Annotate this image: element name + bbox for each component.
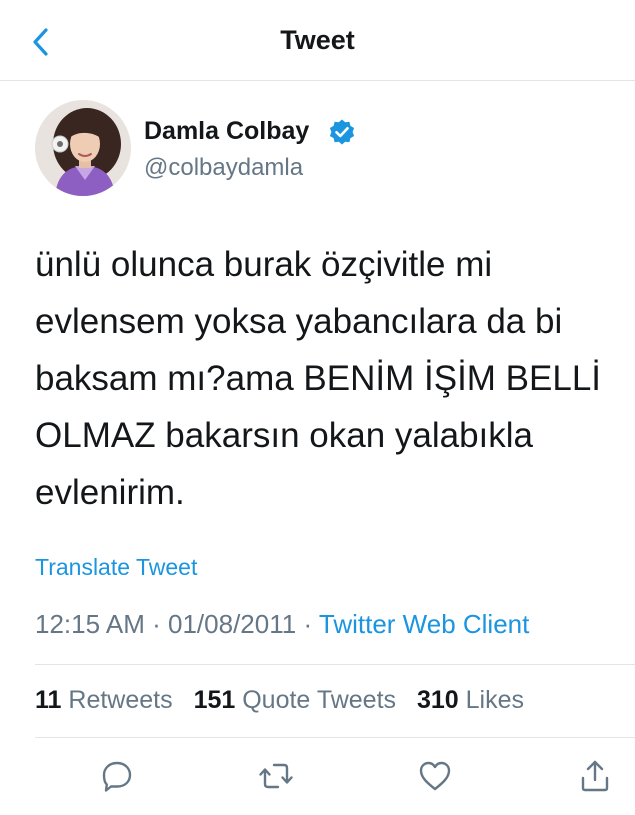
tweet-text: ünlü olunca burak özçivitle mi evlensem … (35, 245, 602, 512)
like-icon[interactable] (417, 758, 453, 794)
avatar[interactable] (35, 100, 131, 196)
divider (35, 664, 635, 665)
tweet-meta: 12:15 AM · 01/08/2011 · Twitter Web Clie… (35, 609, 529, 640)
verified-badge-icon (329, 119, 355, 145)
likes-stat[interactable]: 310 Likes (417, 686, 524, 714)
tweet-time: 12:15 AM (35, 609, 145, 639)
quote-tweets-stat[interactable]: 151 Quote Tweets (194, 686, 396, 714)
retweets-count: 11 (35, 686, 62, 714)
likes-count: 310 (416, 686, 459, 714)
meta-separator: · (152, 609, 161, 639)
meta-separator: · (303, 609, 313, 639)
share-icon[interactable] (577, 758, 613, 794)
divider (35, 737, 635, 738)
quote-tweets-count: 151 (193, 686, 236, 714)
retweets-stat[interactable]: 11 Retweets (35, 686, 173, 714)
engagement-stats: 11 Retweets 151 Quote Tweets 310 Likes (35, 686, 538, 715)
likes-label: Likes (465, 686, 525, 714)
page-title: Tweet (280, 25, 355, 55)
retweets-label: Retweets (68, 686, 173, 714)
author-display-name[interactable]: Damla Colbay (144, 117, 309, 146)
tweet-source-link[interactable]: Twitter Web Client (319, 609, 529, 639)
translate-tweet-link[interactable]: Translate Tweet (35, 554, 197, 581)
reply-icon[interactable] (99, 758, 135, 794)
tweet-date: 01/08/2011 (168, 609, 297, 639)
author-handle[interactable]: @colbaydamla (144, 154, 303, 182)
top-bar: Tweet (0, 0, 635, 81)
quote-tweets-label: Quote Tweets (242, 686, 397, 714)
retweet-icon[interactable] (258, 758, 294, 794)
